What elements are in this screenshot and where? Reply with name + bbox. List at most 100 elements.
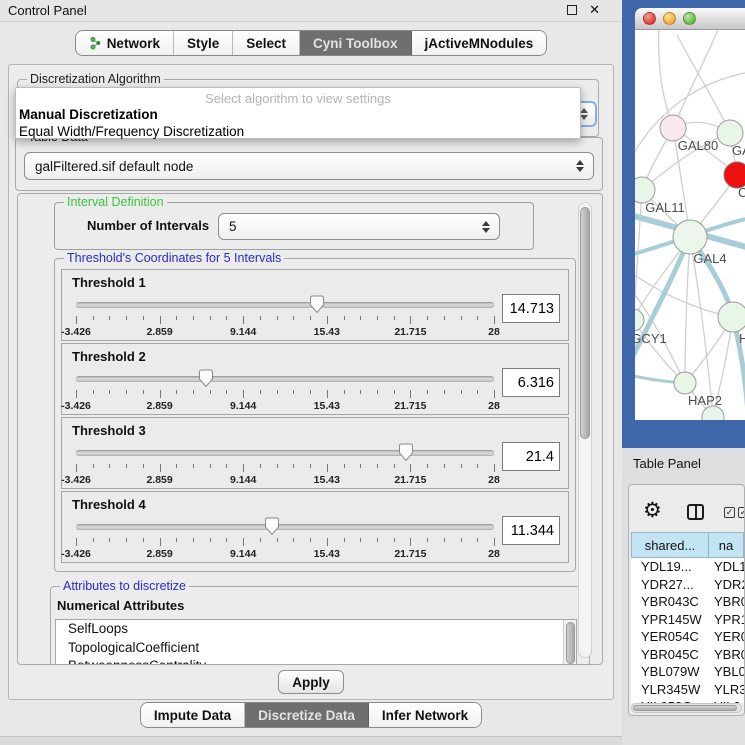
threshold-slider[interactable]: -3.4262.8599.14415.4321.71528	[76, 516, 494, 560]
tab-cyni-toolbox[interactable]: Cyni Toolbox	[300, 31, 412, 55]
threshold-panel: Threshold 3 -3.4262.8599.14415.4321.7152…	[61, 417, 569, 489]
cell-name[interactable]: YER0	[709, 629, 744, 644]
cell-shared-name[interactable]: YLR345W	[631, 682, 709, 697]
algorithm-prompt-option[interactable]: Select algorithm to view settings	[16, 91, 580, 106]
network-node-label: GA	[732, 143, 745, 158]
gear-icon[interactable]: ⚙	[643, 501, 662, 521]
cell-shared-name[interactable]: YBR045C	[631, 647, 709, 662]
attribute-item-topologicalcoefficient[interactable]: TopologicalCoefficient	[56, 639, 576, 658]
slider-tick-labels: -3.4262.8599.14415.4321.71528	[76, 548, 494, 560]
bottom-tab-discretize-data[interactable]: Discretize Data	[245, 703, 369, 727]
threshold-slider[interactable]: -3.4262.8599.14415.4321.71528	[76, 442, 494, 486]
network-node-label: HAP2	[688, 393, 722, 408]
network-edge[interactable]	[685, 237, 690, 383]
cell-name[interactable]: YBL0	[709, 664, 744, 679]
tab-network[interactable]: Network	[76, 31, 174, 55]
slider-track[interactable]	[76, 302, 494, 308]
number-of-intervals-label: Number of Intervals	[87, 218, 209, 233]
cell-name[interactable]: YBR0	[709, 594, 744, 609]
table-horizontal-scrollbar[interactable]	[631, 703, 742, 713]
table-row[interactable]: YDL19...YDL1	[631, 558, 744, 576]
hscroll-thumb[interactable]	[633, 705, 737, 711]
cell-name[interactable]: YBR0	[709, 647, 744, 662]
numerical-attributes-label: Numerical Attributes	[57, 598, 184, 613]
network-node-hap2[interactable]	[674, 372, 696, 394]
number-of-intervals-combobox[interactable]: 5	[218, 213, 500, 240]
tab-label: Network	[107, 36, 160, 51]
tab-select[interactable]: Select	[233, 31, 300, 55]
cell-shared-name[interactable]: YER054C	[631, 629, 709, 644]
discretization-algorithm-group-label: Discretization Algorithm	[27, 72, 164, 86]
network-edge[interactable]	[635, 320, 685, 383]
bottom-tab-label: Discretize Data	[258, 708, 355, 723]
threshold-slider[interactable]: -3.4262.8599.14415.4321.71528	[76, 294, 494, 338]
attributes-scrollbar[interactable]	[563, 620, 576, 664]
cyni-toolbox-panel: Discretization Algorithm Select algorith…	[8, 64, 614, 700]
network-node-label: GCY1	[635, 331, 667, 346]
table-row[interactable]: YBL079WYBL0	[631, 663, 744, 681]
close-traffic-light[interactable]	[643, 12, 656, 25]
table-row[interactable]: YPR145WYPR1	[631, 611, 744, 629]
cell-shared-name[interactable]: YDR27...	[631, 577, 709, 592]
slider-thumb[interactable]	[399, 443, 414, 462]
apply-button[interactable]: Apply	[278, 670, 344, 694]
checkbox-icon-1[interactable]: ✓	[724, 507, 735, 518]
minimize-traffic-light[interactable]	[663, 12, 676, 25]
network-canvas[interactable]: GAL80GACGAL11GAL4GCY1HHAP2	[635, 30, 745, 420]
cell-shared-name[interactable]: YBR043C	[631, 594, 709, 609]
attribute-item-selfloops[interactable]: SelfLoops	[56, 620, 576, 639]
checkbox-icon-2[interactable]: ✓	[738, 507, 745, 518]
bottom-tab-impute-data[interactable]: Impute Data	[141, 703, 245, 727]
table-row[interactable]: YBR045CYBR0	[631, 646, 744, 664]
float-window-icon[interactable]	[567, 5, 577, 15]
bottom-tab-infer-network[interactable]: Infer Network	[369, 703, 481, 727]
algorithm-option-equal-width-frequency[interactable]: Equal Width/Frequency Discretization	[19, 124, 244, 139]
threshold-value-box[interactable]: 11.344	[502, 516, 560, 545]
cell-name[interactable]: YDR2	[709, 577, 744, 592]
threshold-value-box[interactable]: 21.4	[502, 442, 560, 471]
slider-ticks	[76, 464, 494, 473]
scrollbar-thumb[interactable]	[580, 207, 590, 439]
cell-name[interactable]: YPR1	[709, 612, 744, 627]
table-row[interactable]: YBR043CYBR0	[631, 593, 744, 611]
network-window-titlebar	[635, 8, 745, 30]
algorithm-option-manual-discretization[interactable]: Manual Discretization	[19, 107, 158, 122]
attribute-item-betweennesscentrality[interactable]: BetweennessCentrality	[56, 657, 576, 665]
table-row[interactable]: YDR27...YDR2	[631, 576, 744, 594]
slider-ticks	[76, 316, 494, 325]
zoom-traffic-light[interactable]	[683, 12, 696, 25]
column-header-name[interactable]: na	[709, 532, 744, 558]
tab-style[interactable]: Style	[174, 31, 233, 55]
slider-thumb[interactable]	[310, 295, 325, 314]
cell-shared-name[interactable]: YPR145W	[631, 612, 709, 627]
table-column-headers: shared... na	[631, 532, 744, 558]
cell-shared-name[interactable]: YDL19...	[631, 559, 709, 574]
network-edge[interactable]	[677, 35, 730, 133]
threshold-slider[interactable]: -3.4262.8599.14415.4321.71528	[76, 368, 494, 412]
network-edge[interactable]	[673, 30, 720, 128]
threshold-value-box[interactable]: 14.713	[502, 294, 560, 323]
slider-track[interactable]	[76, 376, 494, 382]
slider-thumb[interactable]	[265, 517, 280, 536]
slider-thumb[interactable]	[198, 369, 213, 388]
split-columns-icon[interactable]	[687, 504, 704, 520]
panel-title: Control Panel	[0, 3, 87, 18]
settings-vertical-scrollbar[interactable]	[578, 202, 592, 658]
tab-jactivemnodules[interactable]: jActiveMNodules	[412, 31, 547, 55]
network-node-gcy1[interactable]	[635, 309, 644, 331]
close-icon[interactable]: ✕	[589, 4, 600, 16]
network-node-h[interactable]	[718, 302, 745, 332]
cell-name[interactable]: YLR3	[709, 682, 744, 697]
numerical-attributes-list[interactable]: SelfLoopsTopologicalCoefficientBetweenne…	[55, 619, 577, 665]
column-header-shared-name[interactable]: shared...	[631, 532, 709, 558]
table-data-combobox[interactable]: galFiltered.sif default node	[24, 152, 594, 180]
cell-name[interactable]: YDL1	[709, 559, 744, 574]
network-node-gal4[interactable]	[673, 220, 707, 254]
threshold-value-box[interactable]: 6.316	[502, 368, 560, 397]
table-row[interactable]: YLR345WYLR3	[631, 681, 744, 699]
slider-track[interactable]	[76, 450, 494, 456]
cell-shared-name[interactable]: YBL079W	[631, 664, 709, 679]
slider-track[interactable]	[76, 524, 494, 530]
network-window: GAL80GACGAL11GAL4GCY1HHAP2	[622, 0, 745, 448]
table-row[interactable]: YER054CYER0	[631, 628, 744, 646]
